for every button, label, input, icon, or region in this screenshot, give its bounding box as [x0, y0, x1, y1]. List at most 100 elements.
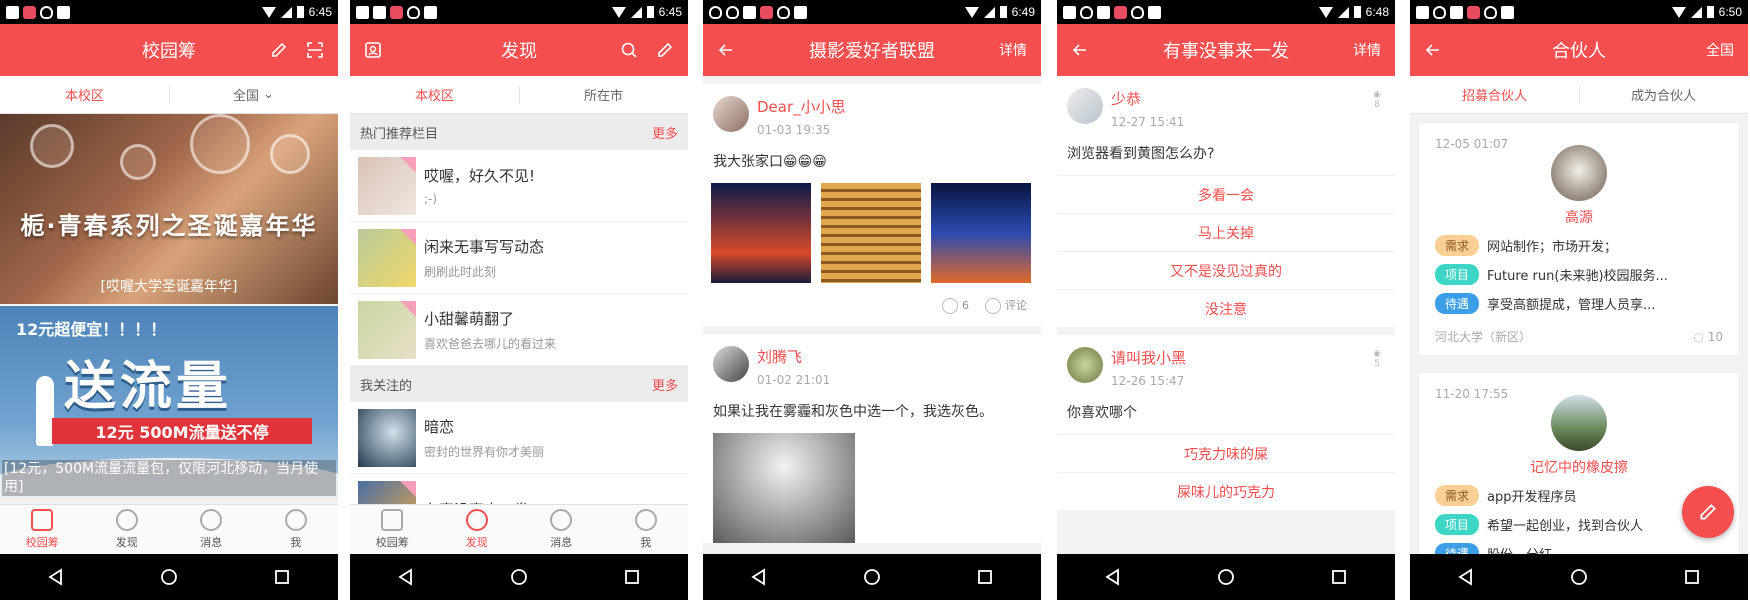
person-icon: [284, 509, 307, 531]
search-icon[interactable]: [620, 41, 638, 59]
home-nav-icon[interactable]: [1216, 567, 1236, 587]
poll-option[interactable]: 马上关掉: [1057, 213, 1395, 251]
poll-option[interactable]: 没注意: [1057, 289, 1395, 327]
edit-icon[interactable]: [656, 41, 674, 59]
home-nav-icon[interactable]: [159, 567, 179, 587]
photo-thumbnail[interactable]: [931, 183, 1031, 283]
list-item[interactable]: 暗恋 密封的世界有你才美丽: [350, 402, 688, 474]
avatar[interactable]: [1067, 347, 1103, 383]
recents-nav-icon[interactable]: [622, 567, 642, 587]
author-name[interactable]: 高源: [1435, 207, 1723, 227]
tab-nationwide-label: 全国: [233, 89, 260, 104]
comment-button[interactable]: 评论: [985, 297, 1027, 314]
author-name[interactable]: 少恭: [1111, 88, 1184, 109]
tab-me[interactable]: 我: [254, 505, 339, 554]
poll-card[interactable]: 请叫我小黑 12-26 15:47 ◉ 5 你喜欢哪个 巧克力味的屎 屎味儿的巧克力: [1057, 335, 1395, 510]
tab-recruit-partners[interactable]: 招募合伙人: [1410, 76, 1579, 113]
back-arrow-icon[interactable]: [717, 41, 735, 59]
list-item[interactable]: 哎喔，好久不见! ;-): [350, 150, 688, 222]
post-header: 刘腾飞 01-02 21:01: [703, 334, 1041, 395]
back-nav-icon[interactable]: [749, 567, 769, 587]
banner-data-plan-big-text: 送流量: [64, 357, 233, 417]
avatar[interactable]: [1067, 88, 1103, 124]
back-arrow-icon[interactable]: [1424, 41, 1442, 59]
avatar[interactable]: [1551, 395, 1607, 451]
recents-nav-icon[interactable]: [272, 567, 292, 587]
like-button[interactable]: 6: [942, 297, 969, 314]
region-filter[interactable]: 全国: [1706, 40, 1734, 60]
author-name[interactable]: Dear_小小思: [757, 96, 846, 117]
list-item[interactable]: 闲来无事写写动态 刷刷此时此刻: [350, 222, 688, 294]
tab-discover[interactable]: 发现: [85, 505, 170, 554]
photo-thumbnail[interactable]: [821, 183, 921, 283]
recents-nav-icon[interactable]: [1329, 567, 1349, 587]
tab-this-campus[interactable]: 本校区: [0, 76, 169, 113]
scan-icon[interactable]: [306, 41, 324, 59]
column-title: 哎喔，好久不见!: [424, 167, 536, 185]
poll-option[interactable]: 多看一会: [1057, 175, 1395, 213]
section-following: 我关注的 更多: [350, 366, 688, 402]
tab-this-campus[interactable]: 本校区: [350, 76, 519, 113]
author-name[interactable]: 请叫我小黑: [1111, 347, 1186, 368]
author-name[interactable]: 刘腾飞: [757, 346, 830, 367]
more-link[interactable]: 更多: [652, 123, 678, 142]
tab-label: 消息: [200, 536, 223, 549]
photo-thumbnail[interactable]: [713, 433, 855, 543]
poll-card[interactable]: 少恭 12-27 15:41 ◉ 8 浏览器看到黄图怎么办? 多看一会 马上关掉 又…: [1057, 76, 1395, 327]
poll-option[interactable]: 屎味儿的巧克力: [1057, 472, 1395, 510]
profile-card-icon[interactable]: [364, 41, 382, 59]
tab-discover[interactable]: 发现: [435, 505, 520, 554]
status-bar: 6:50: [1410, 0, 1748, 24]
bottom-tab-bar: 校园筹 发现 消息 我: [0, 504, 338, 554]
avatar[interactable]: [713, 96, 749, 132]
list-item[interactable]: 小甜馨萌翻了 喜欢爸爸去哪儿的看过来: [350, 294, 688, 366]
home-nav-icon[interactable]: [509, 567, 529, 587]
tab-become-partner[interactable]: 成为合伙人: [1579, 76, 1748, 113]
tab-me[interactable]: 我: [604, 505, 689, 554]
column-subtitle: 刷刷此时此刻: [424, 264, 497, 279]
view-count-value: 5: [1374, 359, 1380, 369]
back-arrow-icon[interactable]: [1071, 41, 1089, 59]
status-time: 6:45: [308, 5, 332, 19]
tab-messages[interactable]: 消息: [169, 505, 254, 554]
edit-icon[interactable]: [270, 41, 288, 59]
comment-count[interactable]: ◌ 10: [1693, 330, 1723, 344]
tab-nationwide[interactable]: 全国 ⌄: [169, 76, 338, 113]
recents-nav-icon[interactable]: [1682, 567, 1702, 587]
photo-thumbnail[interactable]: [711, 183, 811, 283]
banner-data-plan[interactable]: 12元超便宜！！！！ 送流量 12元 500M流量送不停 [12元，500M流量…: [0, 306, 338, 498]
demand-row: 需求 app开发程序员: [1435, 485, 1723, 506]
author-name[interactable]: 记忆中的橡皮擦: [1435, 457, 1723, 477]
avatar[interactable]: [713, 346, 749, 382]
poll-option[interactable]: 巧克力味的屎: [1057, 434, 1395, 472]
view-count: ◉ 8: [1373, 90, 1381, 110]
details-link[interactable]: 详情: [1353, 40, 1381, 60]
home-nav-icon[interactable]: [1569, 567, 1589, 587]
tab-label: 发现: [465, 536, 488, 549]
partner-card[interactable]: 12-05 01:07 高源 需求 网站制作；市场开发； 项目 Future run…: [1418, 122, 1740, 356]
section-hot-columns: 热门推荐栏目 更多: [350, 114, 688, 150]
more-link[interactable]: 更多: [652, 375, 678, 394]
poll-option[interactable]: 又不是没见过真的: [1057, 251, 1395, 289]
back-nav-icon[interactable]: [1456, 567, 1476, 587]
new-post-button[interactable]: [1682, 486, 1734, 538]
home-nav-icon[interactable]: [862, 567, 882, 587]
post-card[interactable]: Dear_小小思 01-03 19:35 我大张家口😁😁😁 6 评论: [703, 84, 1041, 326]
back-nav-icon[interactable]: [1103, 567, 1123, 587]
recents-nav-icon[interactable]: [975, 567, 995, 587]
banner-data-plan-caption: [12元，500M流量流量包，仅限河北移动，当月使用]: [2, 460, 336, 496]
details-link[interactable]: 详情: [999, 40, 1027, 60]
tab-my-city[interactable]: 所在市: [519, 76, 688, 113]
partner-card[interactable]: 11-20 17:55 记忆中的橡皮擦 需求 app开发程序员 项目 希望一起创业，…: [1418, 372, 1740, 575]
tab-campus-fund[interactable]: 校园筹: [350, 505, 435, 554]
tab-messages[interactable]: 消息: [519, 505, 604, 554]
benefit-tag: 待遇: [1435, 293, 1480, 314]
back-nav-icon[interactable]: [396, 567, 416, 587]
banner-christmas[interactable]: 栀·青春系列之圣诞嘉年华 [哎喔大学圣诞嘉年华]: [0, 114, 338, 304]
post-card[interactable]: 刘腾飞 01-02 21:01 如果让我在雾霾和灰色中选一个，我选灰色。: [703, 334, 1041, 543]
avatar[interactable]: [1551, 145, 1607, 201]
status-time: 6:48: [1365, 5, 1389, 19]
back-nav-icon[interactable]: [46, 567, 66, 587]
tab-campus-fund[interactable]: 校园筹: [0, 505, 85, 554]
